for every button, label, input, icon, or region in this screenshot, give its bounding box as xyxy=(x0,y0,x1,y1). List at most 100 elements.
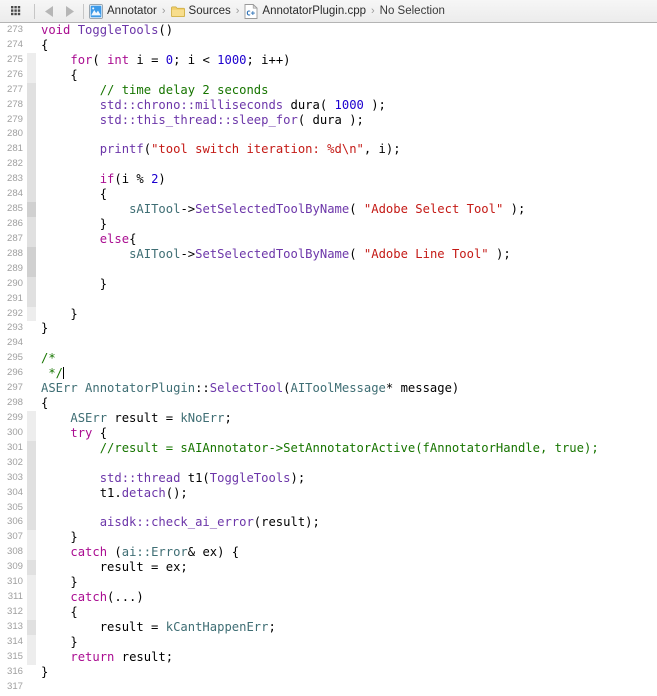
code-line[interactable]: 302 xyxy=(0,455,657,471)
code-folding-ribbon[interactable] xyxy=(27,246,36,262)
code-folding-ribbon[interactable] xyxy=(27,634,36,650)
code-line[interactable]: 276 { xyxy=(0,67,657,83)
code-line[interactable]: 278 std::chrono::milliseconds dura( 1000… xyxy=(0,97,657,113)
code-line[interactable]: 285 sAITool->SetSelectedToolByName( "Ado… xyxy=(0,202,657,217)
code-line[interactable]: 310 } xyxy=(0,575,657,591)
code-folding-ribbon[interactable] xyxy=(27,172,36,188)
code-line[interactable]: 275 for( int i = 0; i < 1000; i++) xyxy=(0,52,657,68)
code-line[interactable]: 273 void ToggleTools() xyxy=(0,23,657,38)
navigate-forward-button[interactable] xyxy=(59,3,79,19)
navigate-back-button[interactable] xyxy=(39,3,59,19)
code-line[interactable]: 308 catch (ai::Error& ex) { xyxy=(0,545,657,561)
code-line[interactable]: 286 } xyxy=(0,216,657,232)
code-folding-ribbon[interactable] xyxy=(27,679,36,695)
code-folding-ribbon[interactable] xyxy=(27,425,36,441)
code-folding-ribbon[interactable] xyxy=(27,37,36,53)
code-folding-ribbon[interactable] xyxy=(27,515,36,531)
code-line[interactable]: 298 { xyxy=(0,396,657,411)
code-folding-ribbon[interactable] xyxy=(27,410,36,426)
code-line[interactable]: 292 } xyxy=(0,306,657,322)
code-line[interactable]: 294 xyxy=(0,336,657,352)
code-line[interactable]: 312 { xyxy=(0,604,657,620)
code-folding-ribbon[interactable] xyxy=(27,97,36,113)
code-folding-ribbon[interactable] xyxy=(27,649,36,665)
code-folding-ribbon[interactable] xyxy=(27,52,36,68)
code-folding-ribbon[interactable] xyxy=(27,187,36,203)
code-line[interactable]: 307 } xyxy=(0,530,657,546)
code-line[interactable]: 299 ASErr result = kNoErr; xyxy=(0,410,657,426)
code-line[interactable]: 280 xyxy=(0,127,657,143)
code-line[interactable]: 290 } xyxy=(0,276,657,292)
code-line[interactable]: 293} xyxy=(0,321,657,337)
code-folding-ribbon[interactable] xyxy=(27,485,36,501)
code-folding-ribbon[interactable] xyxy=(27,366,36,382)
code-folding-ribbon[interactable] xyxy=(27,455,36,471)
code-line[interactable]: 304 t1.detach(); xyxy=(0,485,657,501)
code-line[interactable]: 301 //result = sAIAnnotator->SetAnnotato… xyxy=(0,440,657,456)
code-line[interactable]: 288 sAITool->SetSelectedToolByName( "Ado… xyxy=(0,246,657,262)
breadcrumb-item-folder[interactable]: Sources xyxy=(170,4,232,19)
code-line[interactable]: 282 xyxy=(0,157,657,173)
code-line[interactable]: 315 return result; xyxy=(0,649,657,665)
code-folding-ribbon[interactable] xyxy=(27,664,36,680)
code-folding-ribbon[interactable] xyxy=(27,545,36,561)
code-line[interactable]: 305 xyxy=(0,500,657,516)
code-folding-ribbon[interactable] xyxy=(27,231,36,247)
code-line[interactable]: 295 /* xyxy=(0,351,657,367)
code-line[interactable]: 287 else{ xyxy=(0,231,657,247)
code-line[interactable]: 317 xyxy=(0,679,657,695)
code-line[interactable]: 309 result = ex; xyxy=(0,560,657,576)
code-line[interactable]: 296 */ xyxy=(0,366,657,382)
code-line[interactable]: 284 { xyxy=(0,187,657,203)
code-line[interactable]: 283 if(i % 2) xyxy=(0,172,657,188)
code-folding-ribbon[interactable] xyxy=(27,396,36,411)
code-folding-ribbon[interactable] xyxy=(27,500,36,516)
code-folding-ribbon[interactable] xyxy=(27,157,36,173)
line-number: 300 xyxy=(6,426,23,438)
code-lines[interactable]: 273 void ToggleTools() 274{275 for( int i … xyxy=(0,23,657,695)
code-folding-ribbon[interactable] xyxy=(27,381,36,397)
code-line[interactable]: 311 catch(...) xyxy=(0,590,657,605)
code-folding-ribbon[interactable] xyxy=(27,604,36,620)
code-folding-ribbon[interactable] xyxy=(27,276,36,292)
breadcrumb-item-selection[interactable]: No Selection xyxy=(379,4,446,19)
code-folding-ribbon[interactable] xyxy=(27,216,36,232)
code-folding-ribbon[interactable] xyxy=(27,23,36,38)
code-folding-ribbon[interactable] xyxy=(27,590,36,605)
breadcrumb-item-file[interactable]: C+ AnnotatorPlugin.cpp xyxy=(243,3,367,19)
code-folding-ribbon[interactable] xyxy=(27,530,36,546)
code-folding-ribbon[interactable] xyxy=(27,336,36,352)
code-line[interactable]: 274 { xyxy=(0,37,657,53)
code-folding-ribbon[interactable] xyxy=(27,202,36,217)
code-line[interactable]: 314 } xyxy=(0,634,657,650)
code-folding-ribbon[interactable] xyxy=(27,112,36,128)
code-folding-ribbon[interactable] xyxy=(27,560,36,576)
code-folding-ribbon[interactable] xyxy=(27,440,36,456)
code-folding-ribbon[interactable] xyxy=(27,470,36,486)
code-folding-ribbon[interactable] xyxy=(27,619,36,635)
code-folding-ribbon[interactable] xyxy=(27,575,36,591)
code-folding-ribbon[interactable] xyxy=(27,306,36,322)
code-folding-ribbon[interactable] xyxy=(27,351,36,367)
code-folding-ribbon[interactable] xyxy=(27,291,36,307)
code-line[interactable]: 300 try { xyxy=(0,425,657,441)
code-folding-ribbon[interactable] xyxy=(27,67,36,83)
code-line[interactable]: 313 result = kCantHappenErr; xyxy=(0,619,657,635)
code-line[interactable]: 291 xyxy=(0,291,657,307)
code-folding-ribbon[interactable] xyxy=(27,127,36,143)
code-line[interactable]: 289 xyxy=(0,261,657,277)
code-line[interactable]: 316} xyxy=(0,664,657,680)
code-line[interactable]: 303 std::thread t1(ToggleTools); xyxy=(0,470,657,486)
source-editor[interactable]: 273 void ToggleTools() 274{275 for( int i … xyxy=(0,23,657,696)
code-line[interactable]: 306 aisdk::check_ai_error(result); xyxy=(0,515,657,531)
related-items-grid-icon[interactable] xyxy=(9,3,25,19)
breadcrumb-item-project[interactable]: Annotator xyxy=(88,3,158,19)
code-line[interactable]: 279 std::this_thread::sleep_for( dura ); xyxy=(0,112,657,128)
code-line[interactable]: 281 printf("tool switch iteration: %d\n"… xyxy=(0,142,657,158)
code-folding-ribbon[interactable] xyxy=(27,82,36,98)
code-folding-ribbon[interactable] xyxy=(27,261,36,277)
code-line[interactable]: 297 ASErr AnnotatorPlugin::SelectTool(AIT… xyxy=(0,381,657,397)
code-line[interactable]: 277 // time delay 2 seconds xyxy=(0,82,657,98)
code-folding-ribbon[interactable] xyxy=(27,142,36,158)
code-folding-ribbon[interactable] xyxy=(27,321,36,337)
